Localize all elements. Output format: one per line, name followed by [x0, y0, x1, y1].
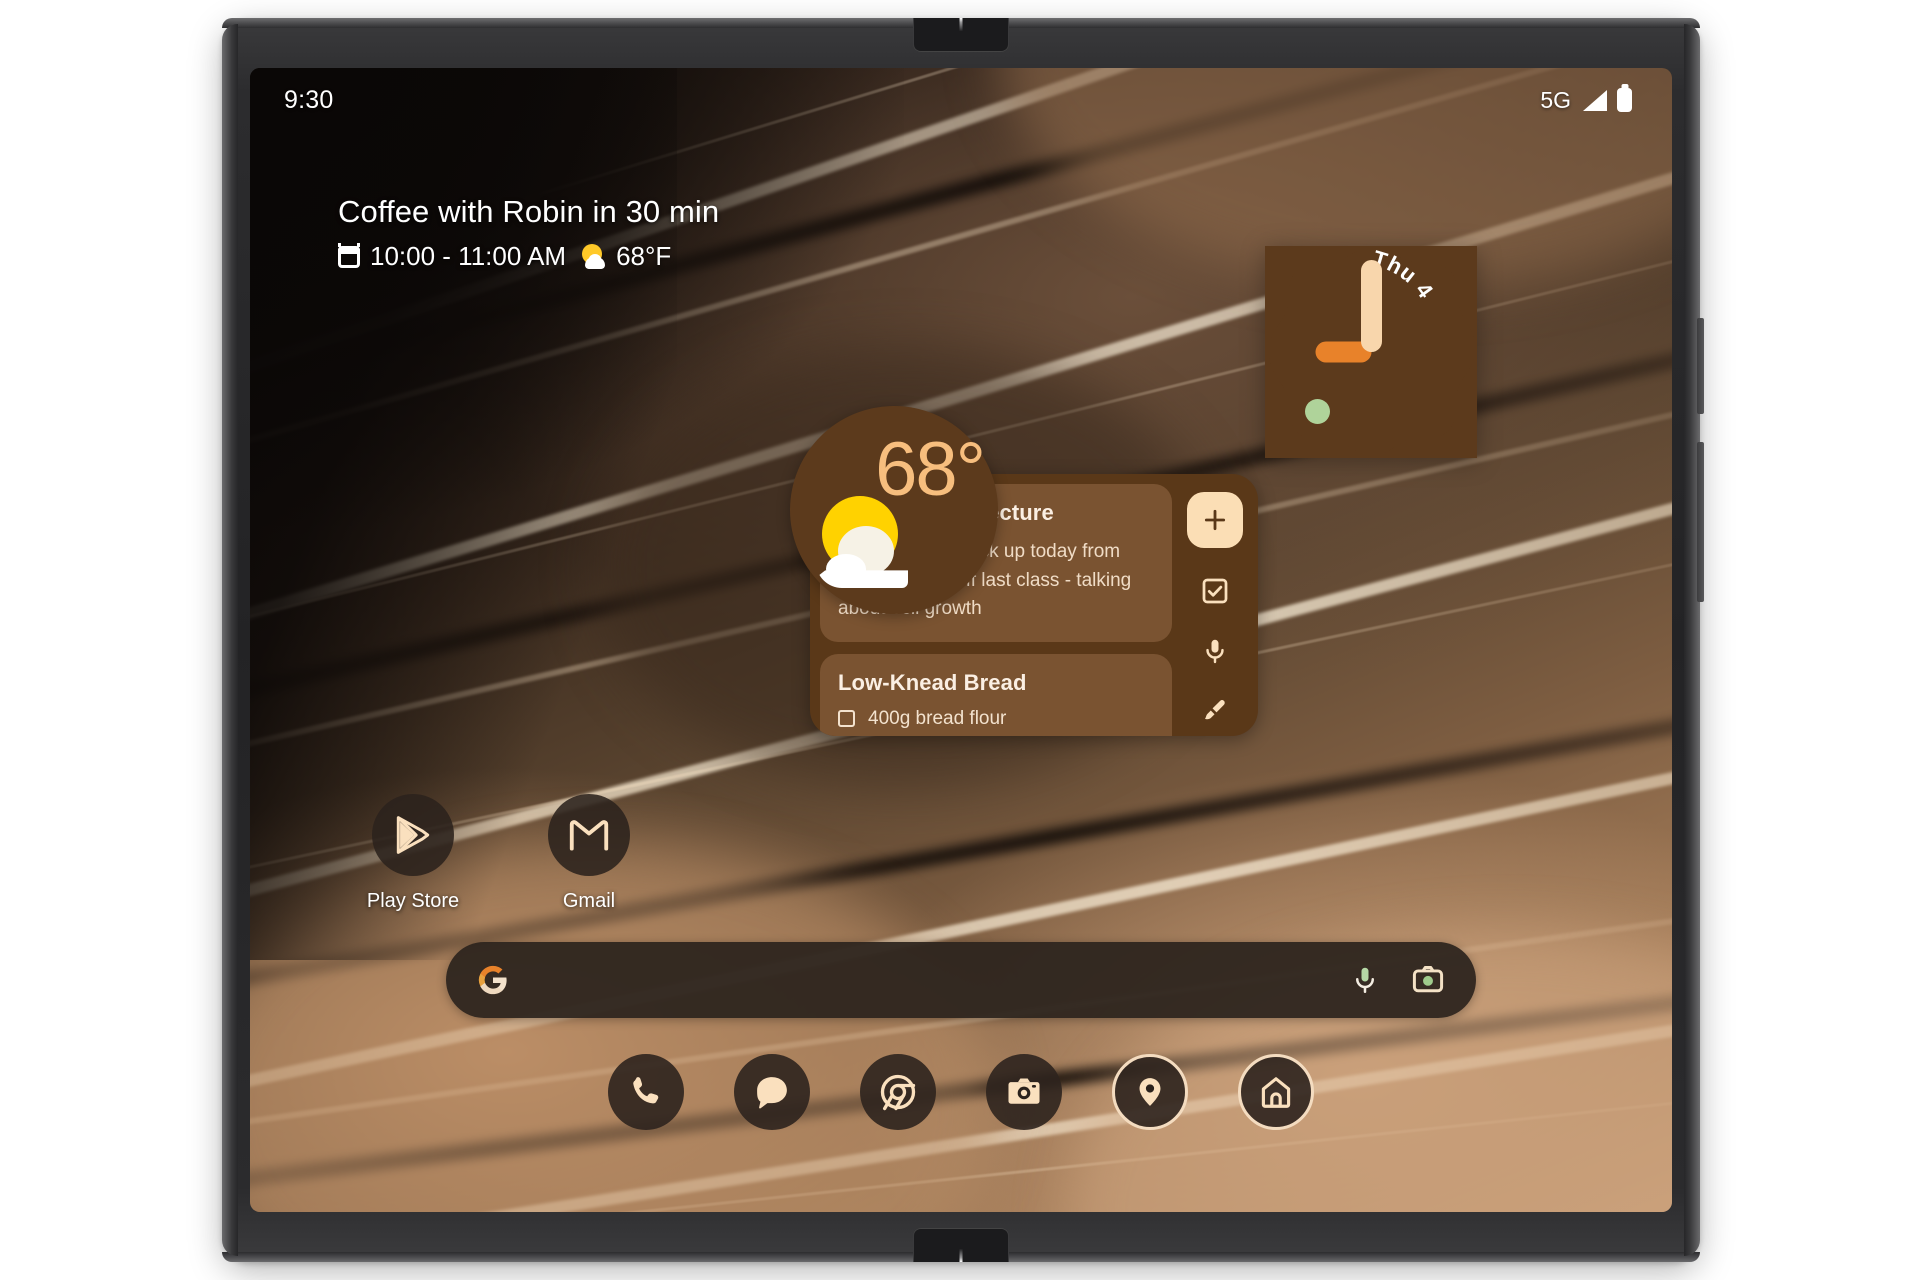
dock-chrome[interactable] — [860, 1054, 936, 1130]
glance-event-title: Coffee with Robin in 30 min — [338, 194, 720, 229]
new-voice-note-button[interactable] — [1198, 634, 1232, 668]
new-list-button[interactable] — [1198, 574, 1232, 608]
brush-icon — [1204, 699, 1225, 720]
checkbox-icon[interactable] — [838, 710, 855, 727]
glance-temperature: 68°F — [616, 241, 672, 271]
note-checklist-item[interactable]: 400g bread flour — [838, 708, 1154, 730]
home-icon — [1261, 1077, 1291, 1108]
plus-icon — [1204, 509, 1226, 531]
glance-details: 10:00 - 11:00 AM 68°F — [338, 241, 719, 272]
microphone-icon[interactable] — [1350, 963, 1380, 997]
app-label: Gmail — [562, 890, 616, 912]
power-button[interactable] — [1697, 318, 1704, 414]
battery-full-icon — [1617, 88, 1632, 112]
note-title: Low-Knead Bread — [838, 669, 1027, 695]
gmail-icon — [569, 820, 609, 851]
app-play-store[interactable]: Play Store — [358, 794, 468, 913]
new-note-button[interactable] — [1187, 492, 1243, 548]
network-type-label: 5G — [1540, 86, 1571, 113]
glance-event-time: 10:00 - 11:00 AM — [370, 241, 567, 271]
app-label: Play Store — [366, 890, 460, 912]
sun-cloud-icon — [580, 243, 606, 270]
google-g-icon — [478, 965, 507, 995]
app-icon-row: Play Store Gmail — [358, 794, 644, 913]
volume-button[interactable] — [1697, 442, 1704, 602]
play-store-icon-wrap — [372, 794, 454, 876]
dock — [250, 1054, 1672, 1130]
foldable-device: 9:30 5G Coffee with Robin in 30 min 10:0… — [222, 18, 1704, 1262]
app-gmail[interactable]: Gmail — [534, 794, 644, 913]
dock-messages[interactable] — [734, 1054, 810, 1130]
note-checklist-label: 400g bread flour — [868, 707, 1007, 729]
chrome-icon — [880, 1074, 916, 1111]
status-time: 9:30 — [284, 85, 334, 114]
camera-icon — [1008, 1078, 1040, 1104]
device-right-edge — [1684, 24, 1700, 1256]
calendar-icon — [338, 242, 360, 268]
new-drawing-button[interactable] — [1198, 694, 1232, 728]
signal-bars-icon — [1581, 89, 1607, 111]
google-lens-camera-icon[interactable] — [1410, 963, 1446, 997]
hinge-seam-bottom — [959, 1248, 963, 1262]
status-bar: 9:30 5G — [250, 68, 1672, 132]
dock-maps[interactable] — [1112, 1054, 1188, 1130]
screenshot-root: 9:30 5G Coffee with Robin in 30 min 10:0… — [0, 0, 1920, 1280]
weather-widget[interactable]: 68° — [790, 406, 998, 614]
sun-behind-cloud-icon — [816, 496, 914, 588]
hinge-seam-top — [959, 18, 963, 32]
google-search-bar[interactable] — [446, 942, 1476, 1018]
phone-icon — [633, 1077, 659, 1104]
dock-home[interactable] — [1238, 1054, 1314, 1130]
checkbox-icon — [1202, 578, 1228, 604]
microphone-icon — [1206, 639, 1224, 664]
at-a-glance-widget[interactable]: Coffee with Robin in 30 min 10:00 - 11:0… — [338, 194, 719, 272]
note-card[interactable]: Low-Knead Bread 400g bread flour 8g salt — [820, 653, 1172, 736]
dock-camera[interactable] — [986, 1054, 1062, 1130]
dock-phone[interactable] — [608, 1054, 684, 1130]
maps-pin-icon — [1139, 1078, 1161, 1106]
messages-icon — [757, 1077, 787, 1109]
play-store-icon — [396, 816, 430, 854]
notes-action-rail — [1172, 474, 1258, 736]
gmail-icon-wrap — [548, 794, 630, 876]
clock-indicator-dot — [1305, 399, 1330, 424]
device-left-edge — [222, 24, 238, 1256]
clock-widget[interactable]: Thu 4 — [1265, 245, 1477, 458]
status-indicators: 5G — [1540, 87, 1632, 114]
phone-screen: 9:30 5G Coffee with Robin in 30 min 10:0… — [250, 68, 1672, 1212]
search-actions — [1350, 963, 1446, 997]
clock-minute-hand — [1361, 260, 1382, 352]
